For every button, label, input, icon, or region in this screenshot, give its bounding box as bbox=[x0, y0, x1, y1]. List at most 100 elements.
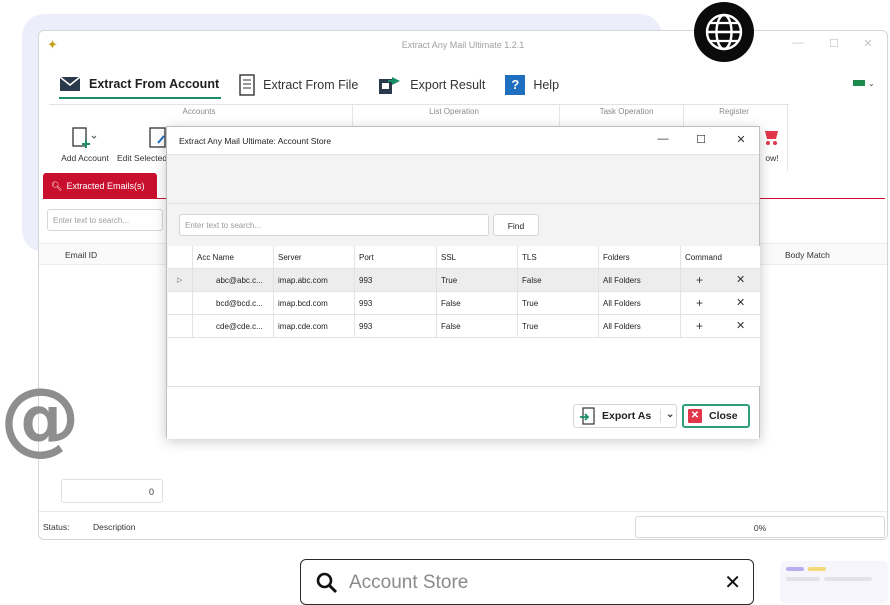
remove-account-icon[interactable]: ✕ bbox=[736, 296, 745, 309]
remove-account-icon[interactable]: ✕ bbox=[736, 319, 745, 332]
account-store-search-bar[interactable]: Account Store ✕ bbox=[300, 559, 754, 605]
dialog-maximize-button[interactable]: ☐ bbox=[691, 133, 711, 149]
header-tls[interactable]: TLS bbox=[522, 253, 537, 262]
help-icon: ? bbox=[505, 75, 526, 95]
cell-ssl: False bbox=[441, 299, 461, 308]
export-as-button[interactable]: Export As ⌄ bbox=[573, 404, 677, 428]
decorative-pill bbox=[786, 567, 804, 571]
decorative-pill bbox=[808, 567, 826, 571]
column-divider bbox=[192, 246, 193, 338]
dialog-toolbar-area bbox=[167, 154, 759, 204]
screenshot-stage: @ ✦ Extract Any Mail Ultimate 1.2.1 — ☐ … bbox=[0, 0, 890, 605]
accounts-table: Acc Name Server Port SSL TLS Folders Com… bbox=[168, 246, 760, 386]
tab-extract-from-account[interactable]: Extract From Account bbox=[59, 71, 222, 99]
cell-folders: All Folders bbox=[603, 299, 641, 308]
cell-acc-name: bcd@bcd.c... bbox=[216, 299, 263, 308]
cell-tls: False bbox=[522, 276, 542, 285]
decorative-pill bbox=[824, 577, 872, 581]
chevron-down-icon[interactable]: ⌄ bbox=[660, 409, 674, 423]
cell-acc-name: cde@cde.c... bbox=[216, 322, 263, 331]
cell-server: imap.bcd.com bbox=[278, 299, 328, 308]
account-store-dialog: Extract Any Mail Ultimate: Account Store… bbox=[166, 126, 760, 439]
cell-folders: All Folders bbox=[603, 322, 641, 331]
remove-account-icon[interactable]: ✕ bbox=[736, 273, 745, 286]
table-row[interactable]: cde@cde.c... imap.cde.com 993 False True… bbox=[168, 315, 760, 338]
cell-tls: True bbox=[522, 299, 539, 308]
close-window-button[interactable]: ✕ bbox=[857, 37, 879, 53]
edit-selected-button[interactable]: Edit Selected bbox=[117, 127, 173, 163]
ribbon-group-list-operation: List Operation bbox=[429, 107, 479, 116]
maximize-button[interactable]: ☐ bbox=[823, 37, 845, 53]
header-command: Command bbox=[685, 253, 722, 262]
cart-icon bbox=[765, 131, 778, 145]
cell-folders: All Folders bbox=[603, 276, 641, 285]
table-row[interactable]: bcd@bcd.c... imap.bcd.com 993 False True… bbox=[168, 292, 760, 315]
cell-ssl: True bbox=[441, 276, 458, 285]
flag-icon bbox=[853, 80, 865, 86]
table-header-row: Acc Name Server Port SSL TLS Folders Com… bbox=[168, 246, 760, 269]
table-row[interactable]: ▷ abc@abc.c... imap.abc.com 993 True Fal… bbox=[168, 269, 760, 292]
add-folder-icon[interactable]: + bbox=[696, 296, 703, 310]
header-folders[interactable]: Folders bbox=[603, 253, 630, 262]
progress-bar: 0% bbox=[635, 516, 885, 538]
add-account-button[interactable]: Add Account bbox=[59, 127, 111, 163]
clear-search-icon[interactable]: ✕ bbox=[724, 570, 741, 595]
add-folder-icon[interactable]: + bbox=[696, 319, 703, 333]
column-header-body-match[interactable]: Body Match bbox=[785, 250, 830, 260]
add-account-icon bbox=[72, 127, 97, 148]
tab-label: Extracted Emails(s) bbox=[66, 181, 145, 191]
register-now-button[interactable]: ow! bbox=[757, 127, 787, 163]
column-divider bbox=[436, 246, 437, 338]
close-icon: ✕ bbox=[688, 409, 702, 423]
tab-extract-from-file[interactable]: Extract From File bbox=[239, 71, 360, 99]
add-folder-icon[interactable]: + bbox=[696, 273, 703, 287]
tab-extracted-emails[interactable]: 🔍︎ Extracted Emails(s) bbox=[43, 173, 157, 199]
title-bar: ✦ Extract Any Mail Ultimate 1.2.1 — ☐ ✕ bbox=[39, 31, 887, 59]
document-icon bbox=[239, 74, 255, 96]
dialog-search-input[interactable]: Enter text to search... bbox=[179, 214, 489, 236]
menu-tabs: Extract From Account Extract From File E… bbox=[59, 71, 561, 101]
ribbon-separator bbox=[787, 105, 788, 171]
cell-ssl: False bbox=[441, 322, 461, 331]
edit-selected-label: Edit Selected bbox=[117, 153, 168, 163]
find-button[interactable]: Find bbox=[493, 214, 539, 236]
header-port[interactable]: Port bbox=[359, 253, 374, 262]
ribbon-group-accounts: Accounts bbox=[182, 107, 216, 116]
row-pointer-icon: ▷ bbox=[177, 277, 183, 284]
dialog-close-x-button[interactable]: ✕ bbox=[731, 133, 751, 149]
close-label: Close bbox=[709, 410, 738, 422]
export-file-icon bbox=[580, 407, 595, 425]
minimize-button[interactable]: — bbox=[787, 37, 809, 53]
header-ssl[interactable]: SSL bbox=[441, 253, 456, 262]
dialog-footer: Export As ⌄ ✕ Close bbox=[167, 386, 759, 439]
tab-help[interactable]: ? Help bbox=[505, 71, 561, 99]
cell-server: imap.abc.com bbox=[278, 276, 328, 285]
tab-label: Extract From File bbox=[263, 78, 359, 92]
tab-label: Export Result bbox=[410, 78, 486, 92]
cell-port: 993 bbox=[359, 322, 373, 331]
decorative-pill bbox=[786, 577, 820, 581]
column-divider bbox=[680, 246, 681, 338]
count-field: 0 bbox=[61, 479, 163, 503]
header-server[interactable]: Server bbox=[278, 253, 302, 262]
envelope-icon bbox=[59, 76, 81, 91]
globe-icon bbox=[694, 2, 754, 62]
header-acc-name[interactable]: Acc Name bbox=[197, 253, 234, 262]
column-divider bbox=[273, 246, 274, 338]
tab-export-result[interactable]: Export Result bbox=[378, 71, 487, 99]
dialog-minimize-button[interactable]: — bbox=[653, 133, 673, 149]
search-input[interactable]: Enter text to search... bbox=[47, 209, 163, 231]
tab-label: Help bbox=[533, 78, 560, 92]
add-account-label: Add Account bbox=[61, 153, 109, 163]
search-icon: 🔍︎ bbox=[51, 180, 63, 191]
close-button[interactable]: ✕ Close bbox=[682, 404, 750, 428]
cell-acc-name: abc@abc.c... bbox=[216, 276, 263, 285]
cell-tls: True bbox=[522, 322, 539, 331]
register-now-label: ow! bbox=[765, 153, 779, 163]
column-divider bbox=[354, 246, 355, 338]
status-label: Status: bbox=[43, 522, 70, 532]
tab-label: Extract From Account bbox=[89, 77, 220, 91]
decorative-mini-card bbox=[780, 561, 888, 603]
language-flag-dropdown[interactable]: ⌄ bbox=[853, 77, 875, 89]
column-header-email-id[interactable]: Email ID bbox=[65, 250, 97, 260]
